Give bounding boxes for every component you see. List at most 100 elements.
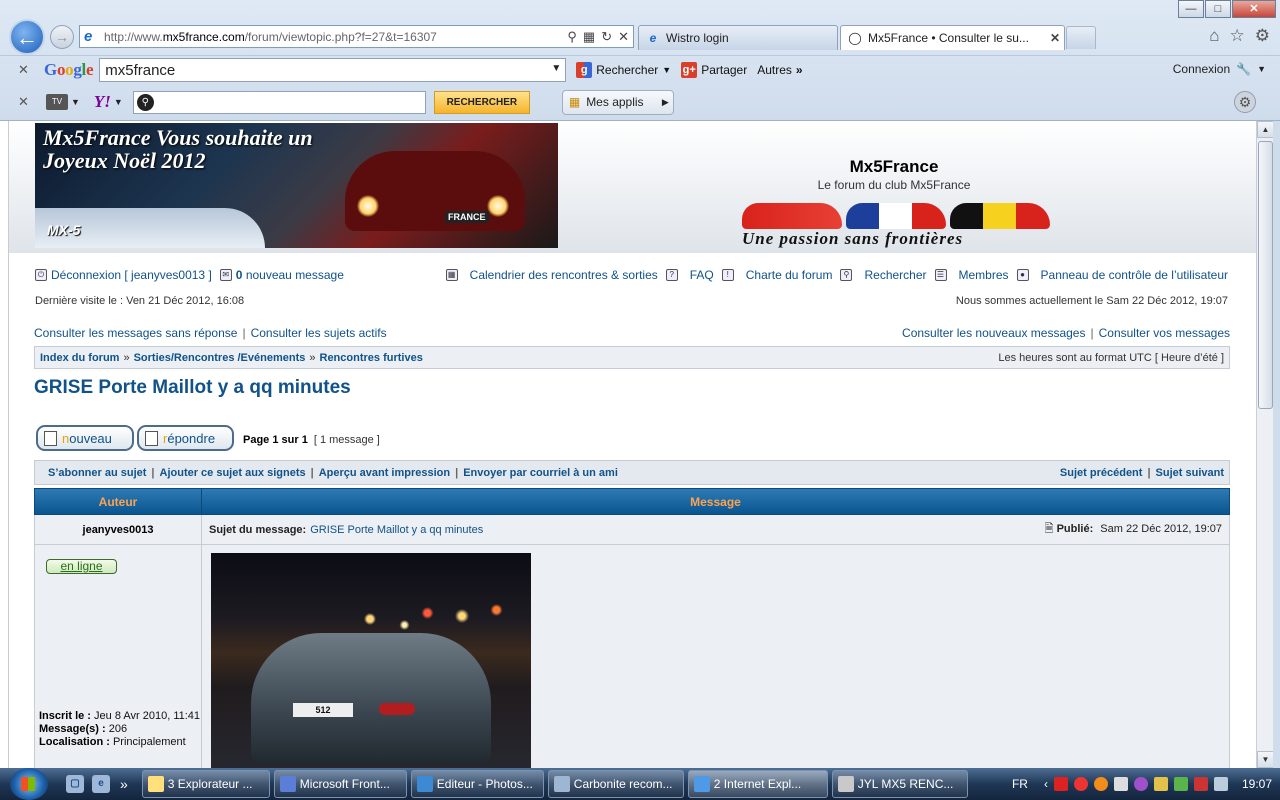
reply-button[interactable]: répondre [137, 425, 234, 451]
ie-page-icon: e [84, 27, 93, 45]
window-frame [1273, 121, 1280, 768]
previous-topic-link[interactable]: Sujet précédent [1060, 467, 1143, 479]
taskbar-photos[interactable]: Editeur - Photos... [410, 770, 544, 798]
settings-gear-icon[interactable]: ⚙ [1255, 26, 1270, 46]
tool-icon[interactable] [1153, 777, 1168, 791]
members-link[interactable]: Membres [959, 268, 1009, 282]
mes-applis-button[interactable]: ▦ Mes applis ▶ [561, 89, 674, 115]
search-link[interactable]: Rechercher [864, 268, 926, 282]
favorites-star-icon[interactable]: ☆ [1230, 26, 1245, 46]
chevron-left-icon[interactable]: ‹ [1044, 777, 1048, 791]
search-icon[interactable]: ⚲ [567, 29, 577, 45]
network-icon[interactable] [1173, 777, 1188, 791]
forward-button[interactable]: → [50, 25, 74, 49]
minimize-button[interactable]: — [1178, 0, 1204, 18]
home-icon[interactable]: ⌂ [1209, 26, 1219, 46]
yahoo-logo[interactable]: Y! [94, 92, 111, 112]
yahoo-search-input[interactable]: ⚲ [132, 90, 426, 114]
chevron-down-icon[interactable]: ▼ [71, 97, 80, 107]
clock[interactable]: 19:07 [1242, 777, 1272, 791]
address-url[interactable]: http://www.mx5france.com/forum/viewtopic… [104, 30, 567, 44]
language-indicator[interactable]: FR [1012, 777, 1028, 791]
breadcrumb-rencontres[interactable]: Rencontres furtives [320, 352, 423, 364]
rules-link[interactable]: Charte du forum [746, 268, 833, 282]
email-friend-link[interactable]: Envoyer par courriel à un ami [463, 467, 618, 479]
tv-icon[interactable]: TV [46, 94, 68, 110]
active-topics-link[interactable]: Consulter les sujets actifs [251, 326, 387, 340]
separator: | [455, 466, 459, 479]
tab-mx5france[interactable]: ◯ Mx5France • Consulter le su... ✕ [840, 25, 1065, 50]
close-tab-icon[interactable]: ✕ [1050, 31, 1060, 45]
calendar-link[interactable]: Calendrier des rencontres & sorties [470, 268, 658, 282]
double-chevron-icon[interactable]: » [120, 776, 128, 792]
taskbar-frontpage[interactable]: Microsoft Front... [273, 770, 407, 798]
separator: | [242, 326, 246, 340]
taskbar-jyl-folder[interactable]: JYL MX5 RENC... [831, 770, 968, 798]
vertical-scrollbar[interactable]: ▲ ▼ [1256, 121, 1274, 768]
google-plus-icon: g+ [681, 61, 698, 78]
maximize-button[interactable]: □ [1205, 0, 1231, 18]
swiss-flag-car [742, 203, 842, 229]
more-button[interactable]: Autres » [757, 63, 802, 77]
site-name: Mx5France [849, 157, 939, 176]
scroll-thumb[interactable] [1258, 141, 1273, 409]
flag-icon[interactable] [1193, 777, 1208, 791]
yahoo-search-button[interactable]: RECHERCHER [433, 90, 530, 114]
share-button[interactable]: g+ Partager [681, 61, 747, 78]
speaker-icon[interactable] [1213, 777, 1228, 791]
taskbar-carbonite[interactable]: Carbonite recom... [547, 770, 684, 798]
your-posts-link[interactable]: Consulter vos messages [1099, 326, 1230, 340]
back-button[interactable]: ← [9, 19, 45, 55]
breadcrumb-sorties[interactable]: Sorties/Rencontres /Evénements [134, 352, 306, 364]
new-messages-link[interactable]: 0 nouveau message [236, 268, 344, 282]
media-icon[interactable] [1133, 777, 1148, 791]
chevron-down-icon[interactable]: ▼ [114, 97, 123, 107]
bookmark-link[interactable]: Ajouter ce sujet aux signets [160, 467, 306, 479]
next-topic-link[interactable]: Sujet suivant [1156, 467, 1224, 479]
connexion-button[interactable]: Connexion 🔧 ▼ [1173, 62, 1266, 76]
close-window-button[interactable]: ✕ [1232, 0, 1276, 18]
stop-icon[interactable]: ✕ [618, 29, 629, 45]
new-posts-link[interactable]: Consulter les nouveaux messages [902, 326, 1085, 340]
scroll-down-arrow-icon[interactable]: ▼ [1257, 751, 1274, 768]
user-panel-link[interactable]: Panneau de contrôle de l’utilisateur [1041, 268, 1228, 282]
post-photo[interactable]: 512 [211, 553, 531, 768]
taskbar-explorer[interactable]: 3 Explorateur ... [141, 770, 270, 798]
unanswered-link[interactable]: Consulter les messages sans réponse [34, 326, 237, 340]
topic-title[interactable]: GRISE Porte Maillot y a qq minutes [34, 377, 351, 399]
google-search-button[interactable]: g Rechercher ▼ [576, 61, 671, 78]
toolbar-settings-gear-icon[interactable]: ⚙ [1234, 91, 1256, 113]
close-toolbar-icon[interactable]: ✕ [18, 62, 36, 78]
show-desktop-icon[interactable]: ▢ [66, 775, 84, 793]
new-tab-button[interactable] [1066, 26, 1096, 49]
close-toolbar-icon[interactable]: ✕ [18, 94, 36, 110]
breadcrumb-forum-index[interactable]: Index du forum [40, 352, 119, 364]
post-subject-link[interactable]: GRISE Porte Maillot y a qq minutes [310, 524, 483, 536]
compatibility-icon[interactable]: ▦ [583, 29, 595, 45]
ati-icon[interactable] [1053, 777, 1068, 791]
google-logo: Google [44, 59, 94, 79]
antivirus-icon[interactable] [1073, 777, 1088, 791]
device-icon[interactable] [1113, 777, 1128, 791]
subscribe-link[interactable]: S’abonner au sujet [48, 467, 146, 479]
ie-quicklaunch-icon[interactable]: e [92, 775, 110, 793]
folder-icon [837, 776, 854, 792]
post-author[interactable]: jeanyves0013 [35, 515, 202, 544]
scroll-up-arrow-icon[interactable]: ▲ [1257, 121, 1274, 138]
tab-wistro-login[interactable]: e Wistro login [638, 25, 838, 50]
new-topic-button[interactable]: nouveau [36, 425, 134, 451]
address-bar[interactable]: e http://www.mx5france.com/forum/viewtop… [79, 25, 634, 48]
faq-link[interactable]: FAQ [690, 268, 714, 282]
logout-link[interactable]: Déconnexion [ jeanyves0013 ] [51, 268, 212, 282]
refresh-icon[interactable]: ↻ [601, 29, 612, 45]
print-link[interactable]: Aperçu avant impression [319, 467, 450, 479]
sync-icon[interactable] [1093, 777, 1108, 791]
french-flag-car [846, 203, 946, 229]
start-button[interactable] [10, 768, 48, 800]
google-search-input[interactable]: mx5france ▼ [99, 57, 567, 82]
taskbar-internet-explorer[interactable]: 2 Internet Expl... [687, 770, 828, 798]
chevron-down-icon[interactable]: ▼ [551, 63, 561, 74]
christmas-banner[interactable]: Mx5France Vous souhaite un Joyeux Noël 2… [35, 123, 558, 248]
apps-icon: ▦ [568, 95, 581, 109]
header-author: Auteur [35, 489, 202, 514]
